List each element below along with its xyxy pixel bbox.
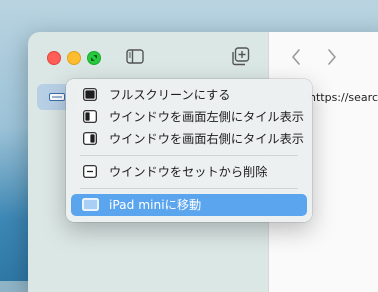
minimize-button[interactable] — [67, 51, 81, 65]
tile-right-icon — [83, 132, 97, 145]
tab-group-icon — [49, 93, 65, 101]
ipad-icon — [82, 198, 99, 211]
menu-item-label: ウインドウを画面左側にタイル表示 — [109, 110, 304, 124]
back-chevron-icon[interactable] — [290, 47, 302, 67]
fullscreen-icon — [83, 88, 97, 101]
new-tab-icon[interactable] — [231, 47, 250, 66]
menu-item-label: ウインドウを画面右側にタイル表示 — [109, 132, 304, 146]
window-context-menu: フルスクリーンにする ウインドウを画面左側にタイル表示 ウインドウを画面右側にタ… — [66, 79, 312, 222]
menu-item-fullscreen[interactable]: フルスクリーンにする — [71, 84, 307, 106]
menu-item-remove-from-set[interactable]: ウインドウをセットから削除 — [71, 161, 307, 183]
menu-separator — [80, 188, 298, 189]
forward-chevron-icon[interactable] — [326, 47, 338, 67]
menu-item-move-to-ipad[interactable]: iPad miniに移動 — [71, 194, 307, 216]
close-button[interactable] — [47, 51, 61, 65]
menu-item-label: フルスクリーンにする — [109, 88, 231, 102]
menu-item-label: ウインドウをセットから削除 — [109, 165, 268, 179]
menu-item-tile-right[interactable]: ウインドウを画面右側にタイル表示 — [71, 128, 307, 150]
remove-from-set-icon — [83, 165, 97, 178]
menu-item-label: iPad miniに移動 — [109, 198, 202, 212]
menu-separator — [80, 155, 298, 156]
sidebar-icon[interactable] — [126, 49, 144, 64]
tile-left-icon — [83, 110, 97, 123]
url-text[interactable]: https://searc — [309, 91, 378, 104]
zoom-button[interactable] — [87, 51, 101, 65]
menu-item-tile-left[interactable]: ウインドウを画面左側にタイル表示 — [71, 106, 307, 128]
zoom-arrows-icon — [91, 55, 97, 61]
